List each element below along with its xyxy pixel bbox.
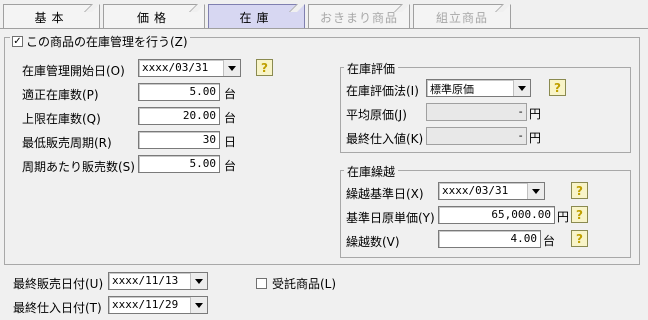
avg-cost-field: - — [426, 103, 527, 121]
min-cycle-unit: 日 — [224, 135, 237, 149]
carryover-group-title: 在庫繰越 — [344, 163, 399, 180]
tab-price[interactable]: 価格 — [103, 4, 205, 29]
carryover-date-value: xxxx/03/31 — [442, 184, 509, 197]
help-icon[interactable]: ? — [571, 230, 588, 247]
carryover-qty-label: 繰越数(V) — [346, 235, 400, 249]
consignment-label: 受託商品(L) — [272, 277, 337, 291]
last-purchase-date-combo[interactable]: xxxx/11/29 — [108, 296, 208, 314]
per-cycle-input[interactable]: 5.00 — [138, 155, 220, 173]
avg-cost-unit: 円 — [529, 107, 542, 121]
carryover-qty-unit: 台 — [543, 234, 556, 248]
manage-stock-check-box[interactable]: ✓ — [12, 36, 23, 47]
tab-basic[interactable]: 基本 — [3, 4, 100, 29]
last-sale-date-value: xxxx/11/13 — [112, 274, 179, 287]
per-cycle-label: 周期あたり販売数(S) — [22, 160, 135, 174]
last-purchase-price-label: 最終仕入値(K) — [346, 132, 424, 146]
min-cycle-input[interactable]: 30 — [138, 131, 220, 149]
carryover-date-label: 繰越基準日(X) — [346, 187, 424, 201]
help-icon[interactable]: ? — [571, 206, 588, 223]
max-stock-label: 上限在庫数(Q) — [22, 112, 101, 126]
valuation-method-combo[interactable]: 標準原価 — [426, 79, 531, 97]
tab-divider — [0, 28, 648, 29]
last-purchase-price-field: - — [426, 127, 527, 145]
tab-set-items[interactable]: おきまり商品 — [308, 4, 410, 29]
consignment-checkbox[interactable]: 受託商品(L) — [256, 275, 336, 292]
chevron-down-icon[interactable] — [190, 273, 207, 289]
last-purchase-price-unit: 円 — [529, 131, 542, 145]
avg-cost-label: 平均原価(J) — [346, 108, 407, 122]
max-stock-input[interactable]: 20.00 — [138, 107, 220, 125]
proper-stock-unit: 台 — [224, 87, 237, 101]
start-date-label: 在庫管理開始日(O) — [22, 64, 125, 78]
valuation-method-label: 在庫評価法(I) — [346, 84, 419, 98]
last-purchase-date-label: 最終仕入日付(T) — [13, 301, 102, 315]
chevron-down-icon[interactable] — [223, 60, 240, 76]
tab-assembly[interactable]: 組立商品 — [413, 4, 511, 29]
last-purchase-date-value: xxxx/11/29 — [112, 298, 179, 311]
last-sale-date-label: 最終販売日付(U) — [13, 277, 104, 291]
proper-stock-label: 適正在庫数(P) — [22, 88, 99, 102]
start-date-combo[interactable]: xxxx/03/31 — [138, 59, 241, 77]
min-cycle-label: 最低販売周期(R) — [22, 136, 112, 150]
per-cycle-unit: 台 — [224, 159, 237, 173]
valuation-method-value: 標準原価 — [430, 83, 474, 96]
proper-stock-input[interactable]: 5.00 — [138, 83, 220, 101]
chevron-down-icon[interactable] — [527, 183, 544, 199]
tab-stock[interactable]: 在庫 — [208, 4, 305, 29]
carryover-qty-input[interactable]: 4.00 — [438, 230, 541, 248]
help-icon[interactable]: ? — [549, 79, 566, 96]
help-icon[interactable]: ? — [571, 182, 588, 199]
base-unit-cost-label: 基準日原単価(Y) — [346, 211, 435, 225]
base-unit-cost-input[interactable]: 65,000.00 — [438, 206, 555, 224]
valuation-group-title: 在庫評価 — [344, 60, 399, 77]
manage-stock-checkbox[interactable]: ✓ この商品の在庫管理を行う(Z) — [10, 33, 190, 50]
carryover-date-combo[interactable]: xxxx/03/31 — [438, 182, 545, 200]
last-sale-date-combo[interactable]: xxxx/11/13 — [108, 272, 208, 290]
consignment-check-box[interactable] — [256, 278, 267, 289]
chevron-down-icon[interactable] — [190, 297, 207, 313]
max-stock-unit: 台 — [224, 111, 237, 125]
start-date-value: xxxx/03/31 — [142, 61, 209, 74]
base-unit-cost-unit: 円 — [557, 210, 570, 224]
chevron-down-icon[interactable] — [513, 80, 530, 96]
help-icon[interactable]: ? — [256, 59, 273, 76]
manage-stock-label: この商品の在庫管理を行う(Z) — [26, 35, 188, 49]
